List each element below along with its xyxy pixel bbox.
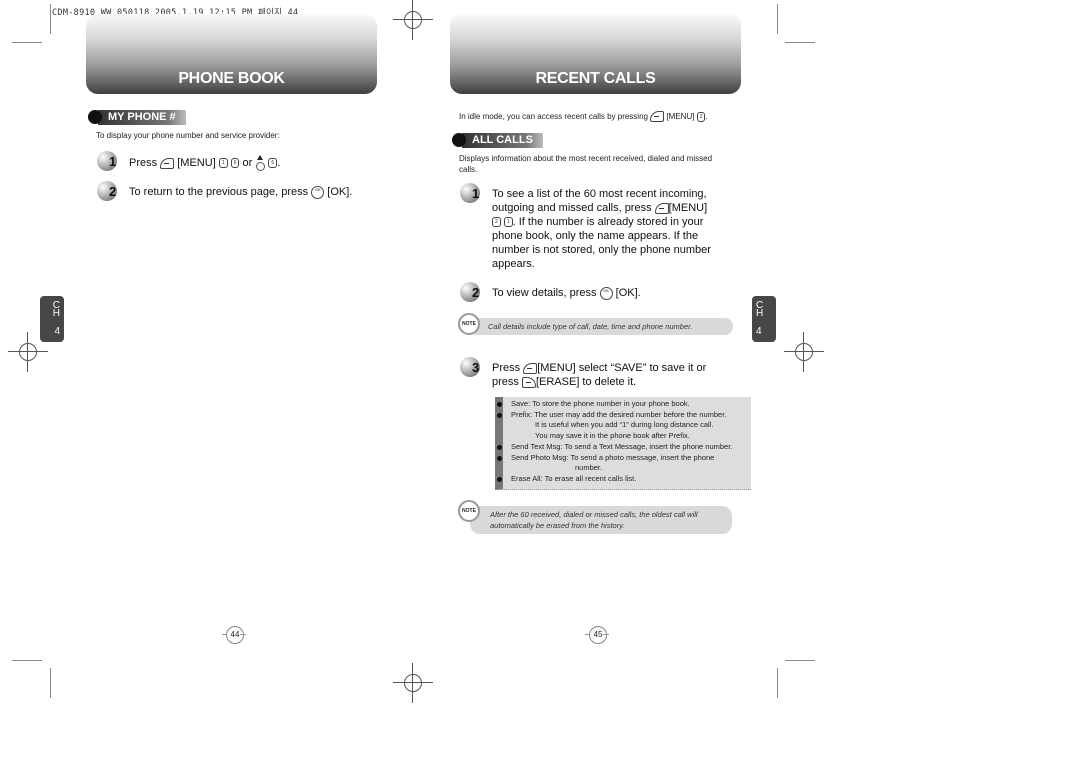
page-number: 45 xyxy=(585,626,609,646)
left-soft-key-icon xyxy=(523,362,538,374)
crop-mark xyxy=(777,4,778,34)
step-3-text: Press [MENU] select “SAVE” to save it or… xyxy=(492,362,707,388)
option-item: Save: To store the phone number in your … xyxy=(497,399,747,410)
note-text: Call details include type of call, date,… xyxy=(468,318,733,335)
ok-key-icon: OK xyxy=(311,185,325,199)
registration-mark xyxy=(784,332,824,372)
bullet-icon xyxy=(497,476,502,482)
ok-key-icon: OK xyxy=(599,286,613,300)
left-soft-key-icon xyxy=(650,111,665,123)
key-1-icon: 1 xyxy=(218,158,228,168)
registration-mark xyxy=(393,0,433,40)
nav-up-icon xyxy=(255,155,266,171)
left-soft-key-icon xyxy=(160,157,175,169)
bullet-icon xyxy=(452,133,466,147)
option-item: Erase All: To erase all recent calls lis… xyxy=(497,474,747,485)
section-title: ALL CALLS xyxy=(462,132,543,148)
page-header-phone-book: PHONE BOOK xyxy=(86,14,377,94)
step-1-text: Press [MENU] 1 6 or 6. xyxy=(129,155,280,171)
section-intro: To display your phone number and service… xyxy=(96,131,280,140)
step-1-text: To see a list of the 60 most recent inco… xyxy=(492,188,711,270)
bullet-icon xyxy=(497,455,502,461)
step-number-1: 1 xyxy=(97,151,123,171)
page-title: PHONE BOOK xyxy=(178,70,285,87)
note-icon: NOTE xyxy=(458,313,480,335)
crop-mark xyxy=(785,660,815,661)
bullet-icon xyxy=(497,412,502,418)
step-number-2: 2 xyxy=(97,181,123,201)
option-item-continued: It is useful when you add “1” during lon… xyxy=(535,420,714,430)
right-soft-key-icon xyxy=(521,376,536,388)
bullet-icon xyxy=(497,444,502,450)
note-icon: NOTE xyxy=(458,500,480,522)
key-6-icon: 6 xyxy=(230,158,240,168)
bullet-icon xyxy=(88,110,102,124)
key-6-icon: 6 xyxy=(268,158,278,168)
step-number-2: 2 xyxy=(460,282,486,302)
left-soft-key-icon xyxy=(654,202,669,214)
section-header-all-calls: ALL CALLS xyxy=(452,132,543,148)
step-2-text: To return to the previous page, press OK… xyxy=(129,185,353,199)
section-title: MY PHONE # xyxy=(98,109,186,125)
options-list: Save: To store the phone number in your … xyxy=(495,397,751,490)
crop-mark xyxy=(50,668,51,698)
section-header-my-phone: MY PHONE # xyxy=(88,109,186,125)
option-item: Prefix: The user may add the desired num… xyxy=(497,410,747,421)
crop-mark xyxy=(12,42,42,43)
bullet-icon xyxy=(497,402,502,407)
page-number: 44 xyxy=(222,626,246,646)
key-1-icon: 1 xyxy=(503,217,513,228)
step-number-3: 3 xyxy=(460,357,486,377)
page-intro: In idle mode, you can access recent call… xyxy=(459,111,708,123)
chapter-tab: C H 4 xyxy=(40,296,64,342)
crop-mark xyxy=(12,660,42,661)
option-item: Send Text Msg: To send a Text Message, i… xyxy=(497,442,747,453)
crop-mark xyxy=(785,42,815,43)
option-item: Send Photo Msg: To send a photo message,… xyxy=(497,453,747,464)
option-item-continued: You may save it in the phone book after … xyxy=(535,431,690,441)
option-item-continued: number. xyxy=(575,463,603,473)
page-title: RECENT CALLS xyxy=(535,70,656,87)
registration-mark xyxy=(393,663,433,703)
section-description: Displays information about the most rece… xyxy=(459,154,713,174)
chapter-tab: C H 4 xyxy=(752,296,776,342)
step-2-text: To view details, press OK [OK]. xyxy=(492,286,641,300)
step-number-1: 1 xyxy=(460,183,486,203)
page-header-recent-calls: RECENT CALLS xyxy=(450,14,741,94)
crop-mark xyxy=(777,668,778,698)
crop-mark xyxy=(50,4,51,34)
note-text: After the 60 received, dialed or missed … xyxy=(470,506,732,534)
key-2-icon: 2 xyxy=(492,217,501,228)
